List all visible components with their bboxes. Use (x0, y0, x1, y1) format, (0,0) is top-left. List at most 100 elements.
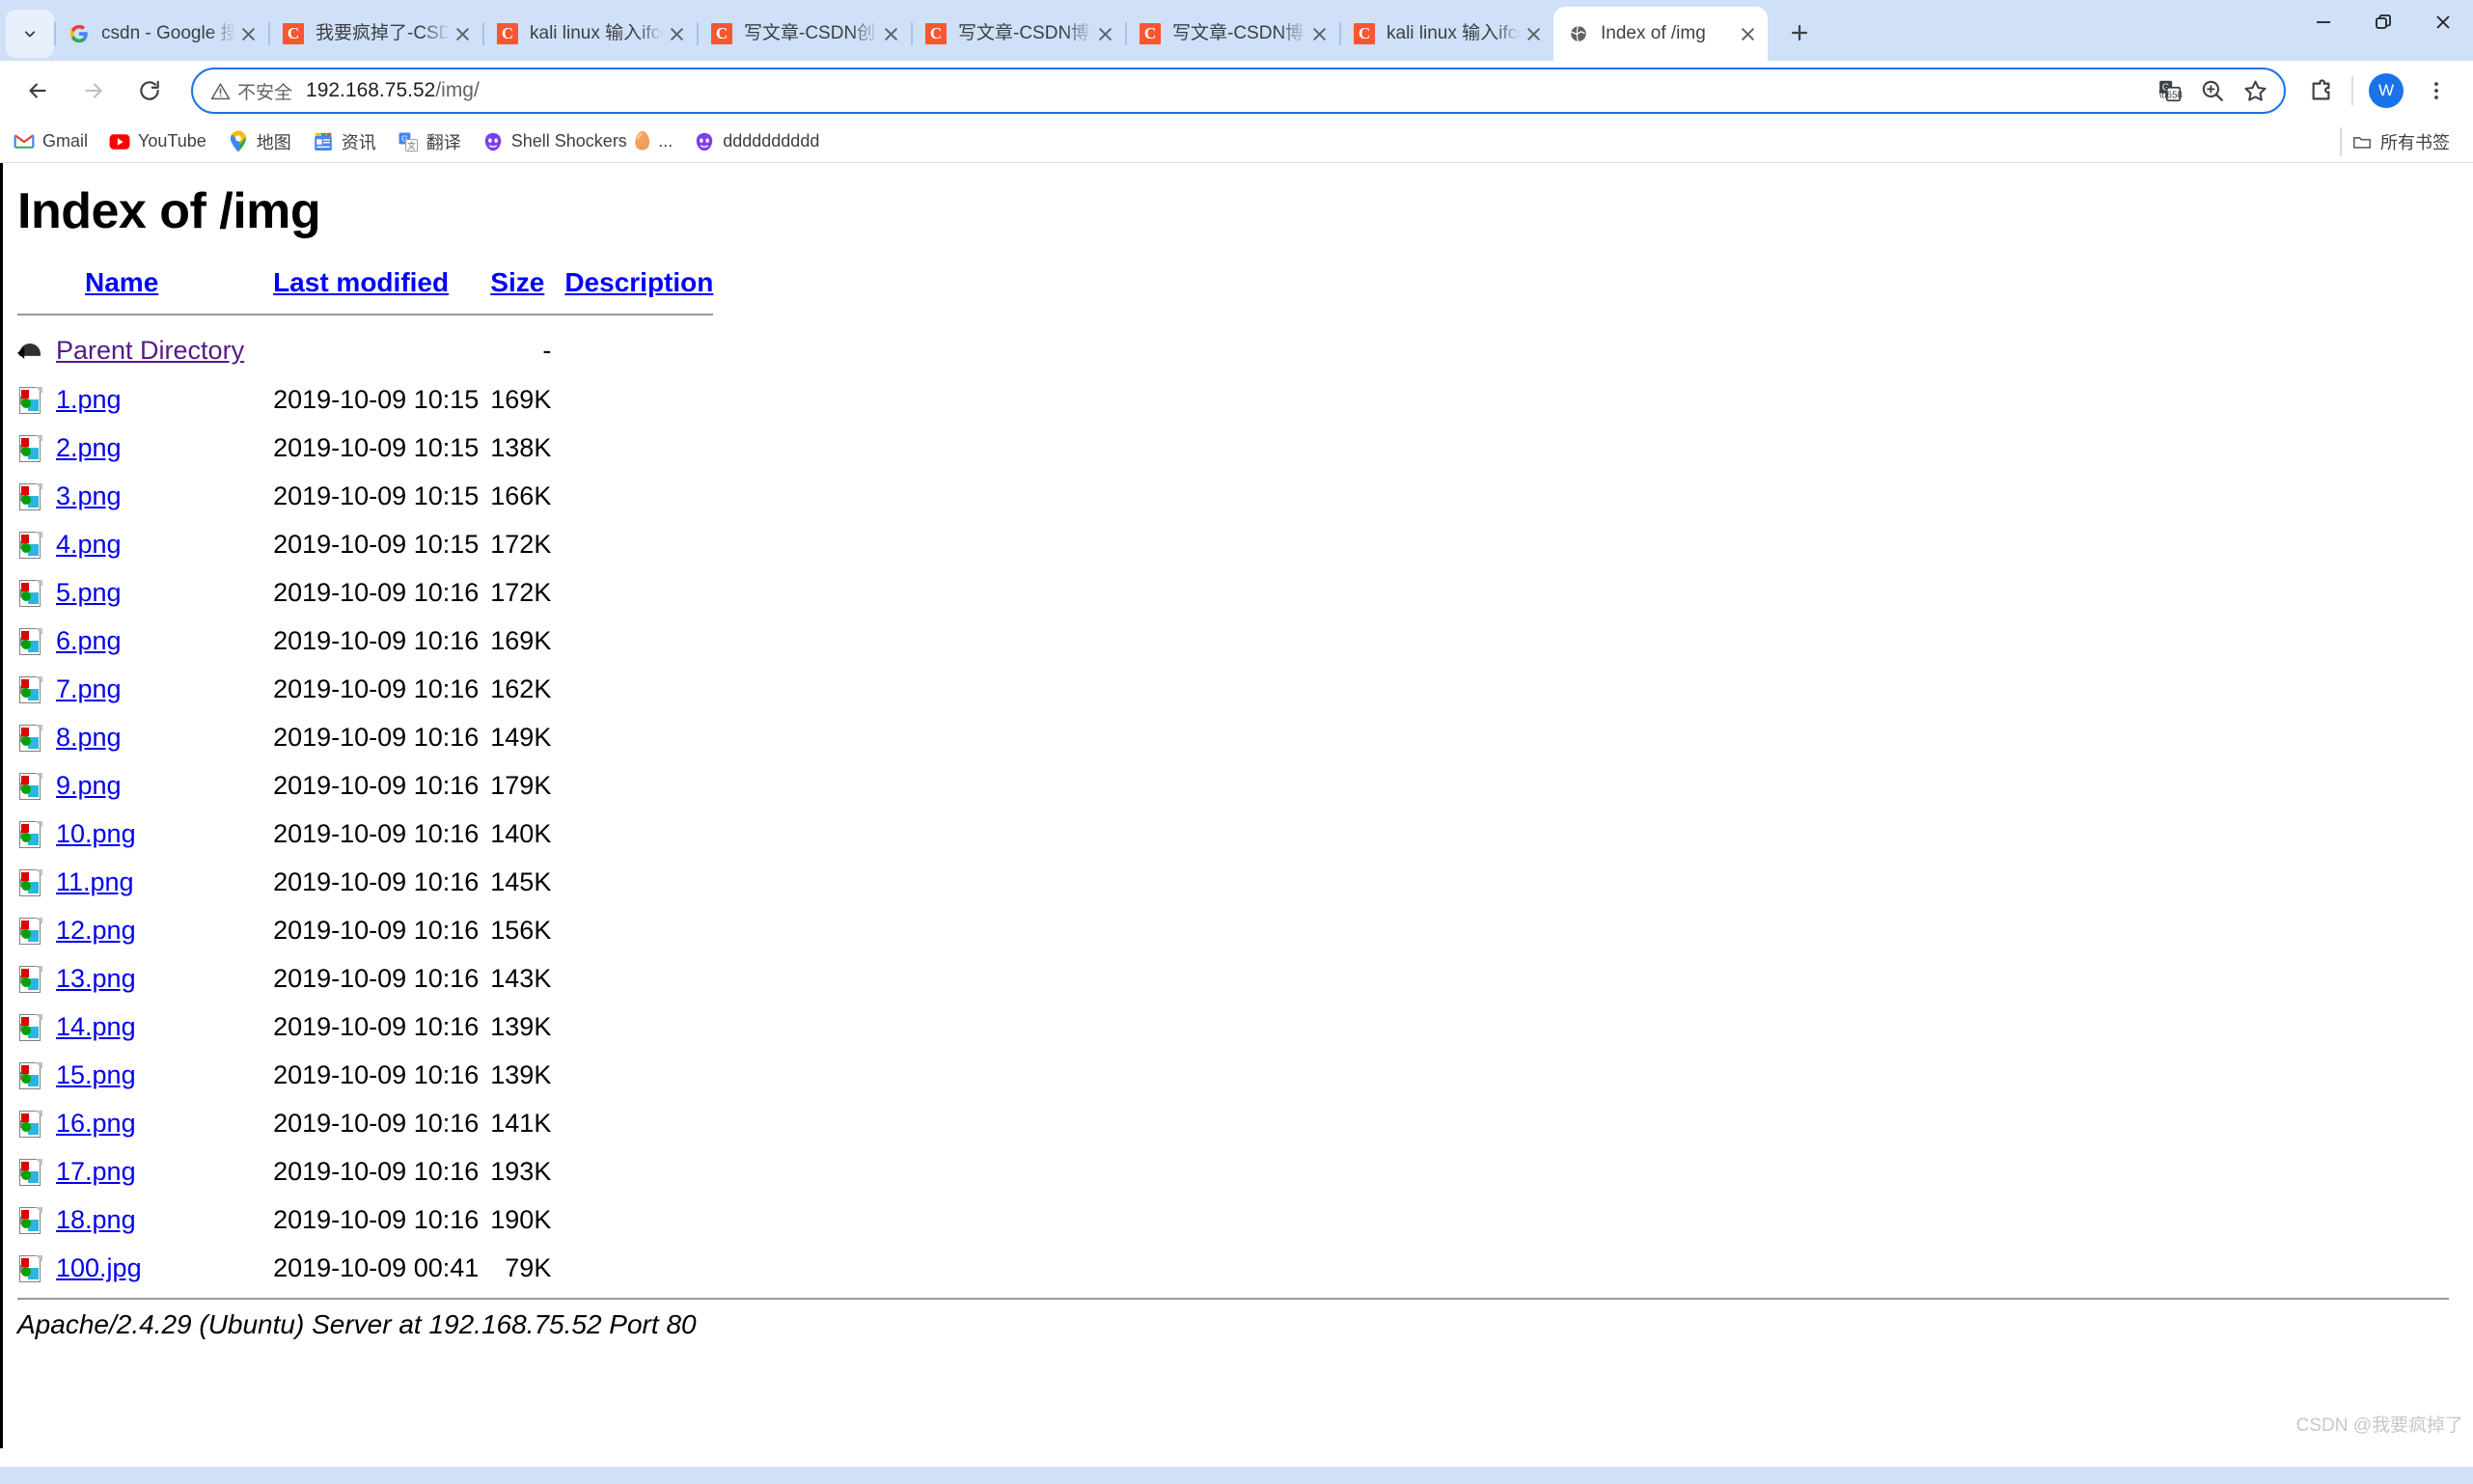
reload-button[interactable] (127, 69, 172, 113)
table-row[interactable]: 100.jpg 2019-10-09 00:41 79K (17, 1244, 713, 1292)
table-row[interactable]: Parent Directory - (17, 325, 713, 375)
row-description-cell (564, 713, 713, 761)
file-link[interactable]: 6.png (56, 626, 122, 655)
profile-avatar[interactable]: W (2369, 73, 2404, 108)
image-file-icon (17, 1061, 44, 1091)
translate-button[interactable]: G \u6587 (2151, 71, 2189, 110)
table-row[interactable]: 17.png 2019-10-09 10:16 193K (17, 1147, 713, 1195)
table-row[interactable]: 9.png 2019-10-09 10:16 179K (17, 761, 713, 810)
new-tab-button[interactable] (1777, 11, 1822, 55)
browser-tab[interactable]: C 写文章-CSDN创作中 (697, 7, 911, 61)
file-link[interactable]: 14.png (56, 1012, 136, 1041)
file-link[interactable]: 8.png (56, 723, 122, 752)
browser-tab[interactable]: C 我要疯掉了-CSDN博 (268, 7, 482, 61)
chrome-menu-button[interactable] (2415, 69, 2458, 112)
browser-tab[interactable]: Ckali linux 输入ifconf (482, 7, 697, 61)
table-row[interactable]: 8.png 2019-10-09 10:16 149K (17, 713, 713, 761)
tab-search-button[interactable] (6, 10, 54, 58)
table-row[interactable]: 3.png 2019-10-09 10:15 166K (17, 472, 713, 520)
row-icon-cell (17, 568, 56, 617)
tab-close-button[interactable] (1306, 21, 1332, 46)
tab-close-button[interactable] (1521, 21, 1546, 46)
table-row[interactable]: 6.png 2019-10-09 10:16 169K (17, 617, 713, 665)
file-link[interactable]: 9.png (56, 771, 122, 800)
file-link[interactable]: 18.png (56, 1205, 136, 1234)
address-bar[interactable]: 不安全 192.168.75.52/img/ G \u6587 (191, 68, 2286, 114)
table-row[interactable]: 2.png 2019-10-09 10:15 138K (17, 424, 713, 472)
row-description-cell (564, 424, 713, 472)
tab-strip: csdn - Google 搜索 C 我要疯掉了-CSDN博 Ckali linux … (0, 0, 2473, 61)
table-row[interactable]: 5.png 2019-10-09 10:16 172K (17, 568, 713, 617)
table-row[interactable]: 7.png 2019-10-09 10:16 162K (17, 665, 713, 713)
bookmark-label: 资讯 (341, 132, 376, 152)
file-link[interactable]: 12.png (56, 916, 136, 945)
bookmark-item[interactable]: G 文翻译 (398, 129, 461, 154)
row-description-cell (564, 906, 713, 954)
tab-close-button[interactable] (1092, 21, 1117, 46)
tab-close-button[interactable] (1735, 21, 1760, 46)
file-link[interactable]: 16.png (56, 1109, 136, 1138)
tab-favicon (68, 22, 91, 45)
file-link[interactable]: 5.png (56, 578, 122, 607)
bookmark-item[interactable]: 地图 (228, 129, 291, 154)
security-indicator[interactable]: 不安全 (210, 78, 292, 104)
table-row[interactable]: 15.png 2019-10-09 10:16 139K (17, 1051, 713, 1099)
table-row[interactable]: 11.png 2019-10-09 10:16 145K (17, 858, 713, 906)
bookmark-star-button[interactable] (2236, 71, 2274, 110)
bookmark-item[interactable]: dddddddddd (694, 131, 819, 152)
browser-tab[interactable]: Index of /img (1553, 7, 1768, 61)
bookmark-item[interactable]: 资讯 (313, 129, 376, 154)
url-text[interactable]: 192.168.75.52/img/ (306, 79, 2147, 102)
file-link[interactable]: 17.png (56, 1157, 136, 1186)
file-link[interactable]: 15.png (56, 1060, 136, 1089)
file-link[interactable]: 10.png (56, 819, 136, 848)
three-dots-icon (2434, 82, 2438, 99)
row-size-cell: 140K (490, 819, 552, 848)
zoom-indicator-button[interactable] (2193, 71, 2232, 110)
bookmark-item[interactable]: Shell Shockers 🥚 ... (482, 131, 673, 152)
parent-directory-link[interactable]: Parent Directory (56, 336, 244, 365)
table-row[interactable]: 16.png 2019-10-09 10:16 141K (17, 1099, 713, 1147)
forward-button[interactable] (71, 69, 116, 113)
file-link[interactable]: 11.png (56, 867, 134, 896)
table-row[interactable]: 1.png 2019-10-09 10:15 169K (17, 375, 713, 424)
sort-by-modified-link[interactable]: Last modified (273, 267, 449, 297)
table-row[interactable]: 18.png 2019-10-09 10:16 190K (17, 1195, 713, 1244)
shell-shockers-icon (482, 131, 504, 152)
browser-tab[interactable]: Ckali linux 输入ifconf (1339, 7, 1553, 61)
file-link[interactable]: 100.jpg (56, 1253, 142, 1282)
browser-tab[interactable]: csdn - Google 搜索 (54, 7, 268, 61)
back-button[interactable] (15, 69, 60, 113)
table-row[interactable]: 10.png 2019-10-09 10:16 140K (17, 810, 713, 858)
all-bookmarks-button[interactable]: 所有书签 (2351, 129, 2450, 154)
extensions-button[interactable] (2299, 69, 2342, 112)
close-window-button[interactable] (2413, 0, 2473, 44)
header-divider-row (17, 308, 714, 325)
minimize-button[interactable] (2294, 0, 2353, 44)
sort-by-name-link[interactable]: Name (85, 267, 158, 297)
bookmark-item[interactable]: Gmail (14, 131, 88, 152)
file-link[interactable]: 2.png (56, 433, 122, 462)
sort-by-description-link[interactable]: Description (564, 267, 713, 297)
file-link[interactable]: 3.png (56, 481, 122, 510)
tab-close-button[interactable] (450, 21, 475, 46)
sort-by-size-link[interactable]: Size (490, 267, 544, 297)
browser-tab[interactable]: C 写文章-CSDN博客 (911, 7, 1125, 61)
header-divider-cell (17, 308, 714, 325)
file-link[interactable]: 13.png (56, 964, 136, 993)
file-link[interactable]: 7.png (56, 674, 122, 703)
bookmark-item[interactable]: YouTube (109, 131, 206, 152)
row-size-cell: 162K (490, 674, 552, 703)
table-row[interactable]: 13.png 2019-10-09 10:16 143K (17, 954, 713, 1003)
tab-close-button[interactable] (664, 21, 689, 46)
tab-close-button[interactable] (235, 21, 261, 46)
file-link[interactable]: 1.png (56, 385, 122, 414)
table-row[interactable]: 14.png 2019-10-09 10:16 139K (17, 1003, 713, 1051)
table-row[interactable]: 4.png 2019-10-09 10:15 172K (17, 520, 713, 568)
maximize-button[interactable] (2353, 0, 2413, 44)
file-link[interactable]: 4.png (56, 530, 122, 559)
maps-pin-icon (230, 130, 246, 152)
table-row[interactable]: 12.png 2019-10-09 10:16 156K (17, 906, 713, 954)
browser-tab[interactable]: C 写文章-CSDN博客 (1125, 7, 1339, 61)
tab-close-button[interactable] (878, 21, 903, 46)
